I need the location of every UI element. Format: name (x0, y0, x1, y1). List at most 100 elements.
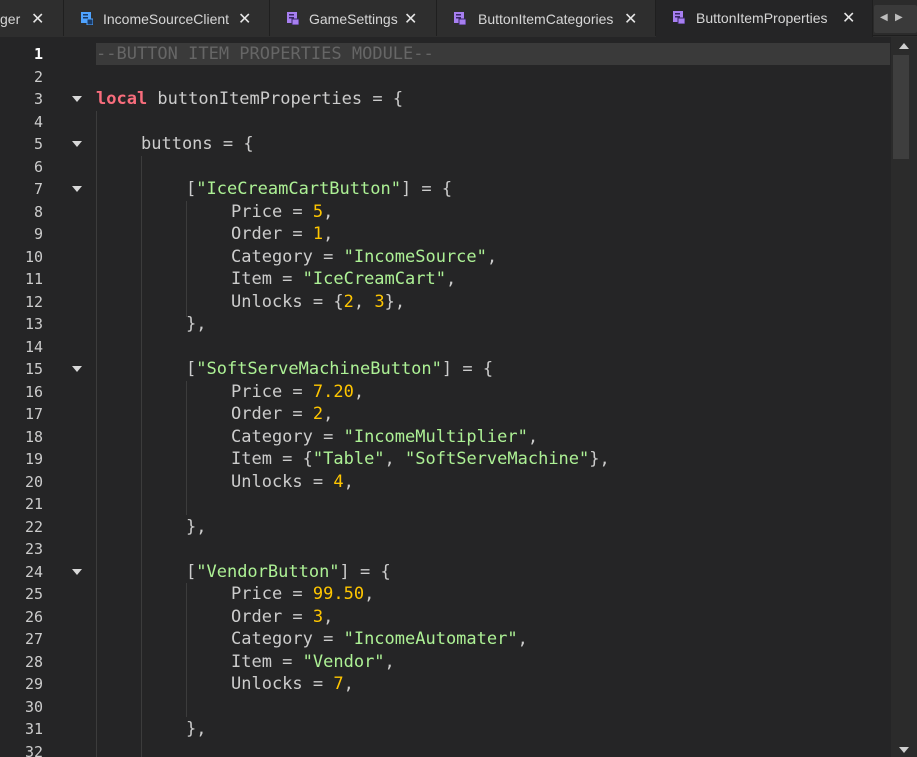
tab-bar: ger ✕ IncomeSourceClient ✕ GameSettings … (0, 0, 917, 37)
string: "Table" (312, 449, 385, 469)
line-number: 2 (33, 67, 43, 86)
code-text: , (364, 584, 375, 604)
code-text: , (323, 404, 334, 424)
number: 3 (312, 607, 324, 627)
line-number: 20 (24, 472, 43, 491)
tab-button-item-categories[interactable]: ButtonItemCategories ✕ (437, 0, 656, 36)
code-text: ] = { (339, 562, 391, 582)
close-icon[interactable]: ✕ (238, 9, 251, 29)
code-line-29: Unlocks = 7, (231, 673, 354, 695)
code-text: , (353, 382, 365, 402)
line-number: 13 (24, 315, 43, 333)
close-icon[interactable]: ✕ (404, 9, 417, 29)
local-script-icon (81, 12, 93, 25)
code-text: [ (186, 562, 197, 582)
line-number: 25 (24, 585, 43, 603)
code-text: Price = (231, 382, 313, 402)
line-number: 10 (24, 247, 43, 266)
code-text: Unlocks = (231, 674, 334, 694)
close-icon[interactable]: ✕ (842, 8, 855, 28)
code-text: , (384, 449, 406, 469)
string: "VendorButton" (196, 562, 340, 582)
line-number: 24 (24, 562, 43, 581)
line-number: 28 (24, 652, 43, 671)
vertical-scrollbar[interactable] (891, 37, 917, 757)
fold-arrow-icon[interactable] (72, 186, 82, 192)
code-line-26: Order = 3, (231, 606, 333, 628)
code-text: Item = (231, 269, 303, 289)
code-line-11: Item = "IceCreamCart", (231, 268, 456, 290)
line-number: 1 (33, 45, 43, 63)
code-text: Category = (231, 629, 344, 649)
string: "IncomeSource" (343, 247, 487, 267)
code-line-3: local buttonItemProperties = { (96, 88, 403, 110)
tab-label: GameSettings (309, 11, 398, 27)
code-text: Order = (231, 404, 313, 424)
code-text: }, (186, 517, 207, 537)
tab-scroll-buttons: ◀ ▶ (874, 5, 917, 33)
tab-ger[interactable]: ger ✕ (0, 0, 64, 36)
code-area[interactable]: --BUTTON ITEM PROPERTIES MODULE-- local … (96, 37, 890, 757)
tab-button-item-properties[interactable]: ButtonItemProperties ✕ (656, 0, 873, 37)
code-line-17: Order = 2, (231, 403, 333, 425)
tab-label: IncomeSourceClient (103, 11, 230, 27)
code-line-31: }, (186, 718, 206, 740)
line-number: 26 (24, 607, 43, 626)
line-number-gutter: 1 2 3 4 5 6 7 8 9 10 11 12 13 14 15 16 17 18 19 20 21 22 23 24 2… (0, 37, 92, 757)
string: "IncomeMultiplier" (343, 427, 528, 447)
code-text: }, (384, 292, 406, 312)
number: 7 (333, 674, 344, 694)
line-number: 3 (33, 90, 43, 108)
scroll-down-icon[interactable] (899, 747, 909, 753)
keyword-local: local (96, 89, 148, 109)
code-text: , (343, 472, 354, 492)
code-text: , (486, 247, 498, 267)
number: 2 (312, 404, 324, 424)
number: 3 (374, 292, 385, 312)
code-line-25: Price = 99.50, (231, 583, 374, 605)
code-text: Item = (231, 652, 303, 672)
line-number: 27 (24, 630, 43, 648)
line-number: 22 (24, 517, 43, 536)
scroll-left-icon[interactable]: ◀ (880, 12, 888, 23)
line-number: 14 (24, 337, 43, 356)
line-number: 30 (24, 697, 43, 716)
code-text: [ (186, 359, 197, 379)
number: 4 (333, 472, 344, 492)
close-icon[interactable]: ✕ (31, 9, 44, 29)
line-number: 4 (33, 112, 43, 131)
code-text: Order = (231, 607, 313, 627)
code-line-8: Price = 5, (231, 201, 333, 223)
line-number: 21 (24, 495, 43, 513)
tab-label: ger (0, 11, 21, 27)
code-text: , (384, 652, 395, 672)
line-number: 5 (33, 135, 43, 153)
code-text: , (517, 629, 528, 649)
line-number: 32 (24, 742, 43, 757)
code-text: , (323, 202, 334, 222)
code-text: buttonItemProperties = { (147, 89, 404, 109)
line-number: 9 (33, 225, 43, 243)
fold-arrow-icon[interactable] (72, 141, 82, 147)
tab-income-source-client[interactable]: IncomeSourceClient ✕ (64, 0, 270, 36)
code-line-1: --BUTTON ITEM PROPERTIES MODULE-- (96, 43, 434, 65)
scrollbar-thumb[interactable] (893, 55, 909, 159)
code-line-7: ["IceCreamCartButton"] = { (186, 178, 452, 200)
string: "Vendor" (302, 652, 385, 672)
code-editor[interactable]: 1 2 3 4 5 6 7 8 9 10 11 12 13 14 15 16 17 18 19 20 21 22 23 24 2… (0, 37, 917, 757)
code-text: }, (186, 314, 207, 334)
fold-arrow-icon[interactable] (72, 366, 82, 372)
line-number: 31 (24, 720, 43, 738)
fold-arrow-icon[interactable] (72, 96, 82, 102)
number: 1 (312, 224, 324, 244)
tab-game-settings[interactable]: GameSettings ✕ (270, 0, 437, 36)
fold-arrow-icon[interactable] (72, 568, 82, 575)
code-line-5: buttons = { (141, 133, 254, 155)
code-line-22: }, (186, 516, 206, 538)
line-number: 16 (24, 382, 43, 401)
scroll-right-icon[interactable]: ▶ (895, 12, 903, 23)
close-icon[interactable]: ✕ (624, 9, 637, 29)
code-text: }, (589, 449, 610, 469)
scroll-up-icon[interactable] (899, 43, 909, 49)
line-number: 12 (24, 292, 43, 311)
